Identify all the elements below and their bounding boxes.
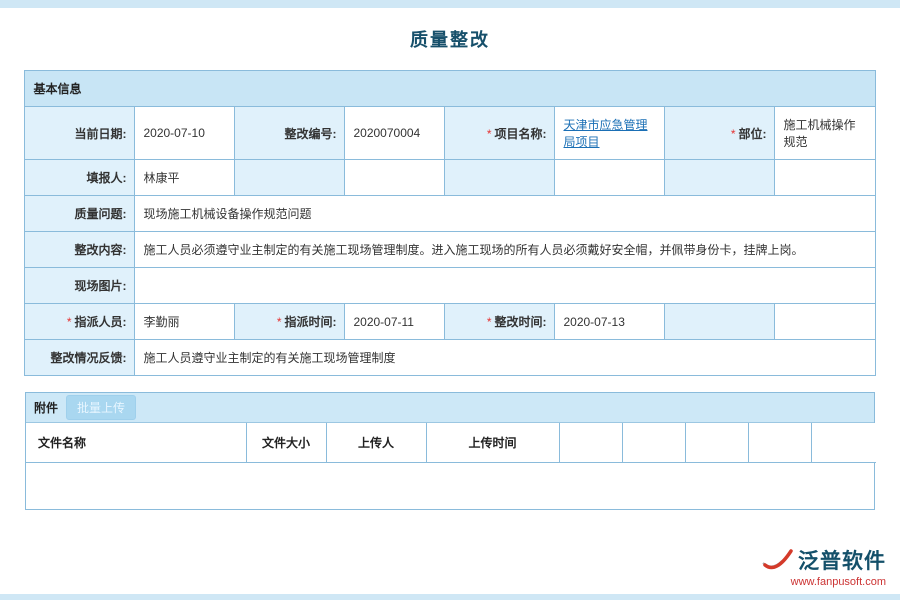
col-empty <box>559 423 622 463</box>
project-name-label: *项目名称: <box>445 107 555 160</box>
rectify-time-label-text: 整改时间: <box>494 315 546 329</box>
table-row: 当前日期: 2020-07-10 整改编号: 2020070004 *项目名称:… <box>25 107 875 160</box>
batch-upload-button[interactable]: 批量上传 <box>66 395 136 420</box>
required-marker: * <box>731 127 736 141</box>
col-empty <box>685 423 748 463</box>
reporter-value: 林康平 <box>135 160 235 196</box>
rectify-content-label: 整改内容: <box>25 232 135 268</box>
logo-swoosh-icon <box>760 547 794 573</box>
part-value: 施工机械操作规范 <box>775 107 875 160</box>
attachments-table: 文件名称 文件大小 上传人 上传时间 <box>26 423 876 463</box>
brand-logo: 泛普软件 www.fanpusoft.com <box>760 545 886 588</box>
attachments-empty-area <box>26 463 874 509</box>
attachments-titlebar: 附件 批量上传 <box>26 393 874 423</box>
quality-issue-label: 质量问题: <box>25 196 135 232</box>
rectify-time-value: 2020-07-13 <box>555 304 665 340</box>
col-empty <box>811 423 876 463</box>
current-date-label: 当前日期: <box>25 107 135 160</box>
basic-info-table: 基本信息 当前日期: 2020-07-10 整改编号: 2020070004 *… <box>24 70 875 376</box>
part-label-text: 部位: <box>738 127 766 141</box>
col-upload-time: 上传时间 <box>426 423 559 463</box>
table-row: *指派人员: 李勤丽 *指派时间: 2020-07-11 *整改时间: 2020… <box>25 304 875 340</box>
col-empty <box>748 423 811 463</box>
reporter-label: 填报人: <box>25 160 135 196</box>
brand-name: 泛普软件 <box>798 545 886 575</box>
assign-time-value: 2020-07-11 <box>345 304 445 340</box>
rectify-time-label: *整改时间: <box>445 304 555 340</box>
assignee-label-text: 指派人员: <box>74 315 126 329</box>
attachments-title: 附件 <box>34 399 58 416</box>
rectify-content-value: 施工人员必须遵守业主制定的有关施工现场管理制度。进入施工现场的所有人员必须戴好安… <box>135 232 875 268</box>
col-file-name: 文件名称 <box>26 423 246 463</box>
assign-time-label-text: 指派时间: <box>284 315 336 329</box>
col-empty <box>622 423 685 463</box>
col-uploader: 上传人 <box>326 423 426 463</box>
attachments-header-row: 文件名称 文件大小 上传人 上传时间 <box>26 423 876 463</box>
empty-cell <box>445 160 555 196</box>
attachments-section: 附件 批量上传 文件名称 文件大小 上传人 上传时间 <box>25 392 875 510</box>
required-marker: * <box>487 315 492 329</box>
number-label: 整改编号: <box>235 107 345 160</box>
required-marker: * <box>487 127 492 141</box>
brand-row: 泛普软件 <box>760 545 886 575</box>
project-name-label-text: 项目名称: <box>494 127 546 141</box>
project-link[interactable]: 天津市应急管理局项目 <box>563 118 647 149</box>
quality-issue-value: 现场施工机械设备操作规范问题 <box>135 196 875 232</box>
required-marker: * <box>277 315 282 329</box>
feedback-value: 施工人员遵守业主制定的有关施工现场管理制度 <box>135 340 875 376</box>
table-row: 质量问题: 现场施工机械设备操作规范问题 <box>25 196 875 232</box>
assign-time-label: *指派时间: <box>235 304 345 340</box>
empty-cell <box>775 304 875 340</box>
site-photo-label: 现场图片: <box>25 268 135 304</box>
table-row: 填报人: 林康平 <box>25 160 875 196</box>
bottom-strip <box>0 594 900 600</box>
section-header-row: 基本信息 <box>25 71 875 107</box>
brand-website: www.fanpusoft.com <box>760 576 886 588</box>
table-row: 整改情况反馈: 施工人员遵守业主制定的有关施工现场管理制度 <box>25 340 875 376</box>
empty-cell <box>345 160 445 196</box>
current-date-value: 2020-07-10 <box>135 107 235 160</box>
table-row: 现场图片: <box>25 268 875 304</box>
col-file-size: 文件大小 <box>246 423 326 463</box>
table-row: 整改内容: 施工人员必须遵守业主制定的有关施工现场管理制度。进入施工现场的所有人… <box>25 232 875 268</box>
number-value: 2020070004 <box>345 107 445 160</box>
project-name-value: 天津市应急管理局项目 <box>555 107 665 160</box>
empty-cell <box>235 160 345 196</box>
page-title: 质量整改 <box>0 26 900 52</box>
empty-cell <box>665 160 775 196</box>
feedback-label: 整改情况反馈: <box>25 340 135 376</box>
assignee-value: 李勤丽 <box>135 304 235 340</box>
required-marker: * <box>67 315 72 329</box>
top-strip <box>0 0 900 8</box>
part-label: *部位: <box>665 107 775 160</box>
site-photo-value <box>135 268 875 304</box>
empty-cell <box>665 304 775 340</box>
empty-cell <box>555 160 665 196</box>
basic-info-header: 基本信息 <box>25 71 875 107</box>
empty-cell <box>775 160 875 196</box>
assignee-label: *指派人员: <box>25 304 135 340</box>
